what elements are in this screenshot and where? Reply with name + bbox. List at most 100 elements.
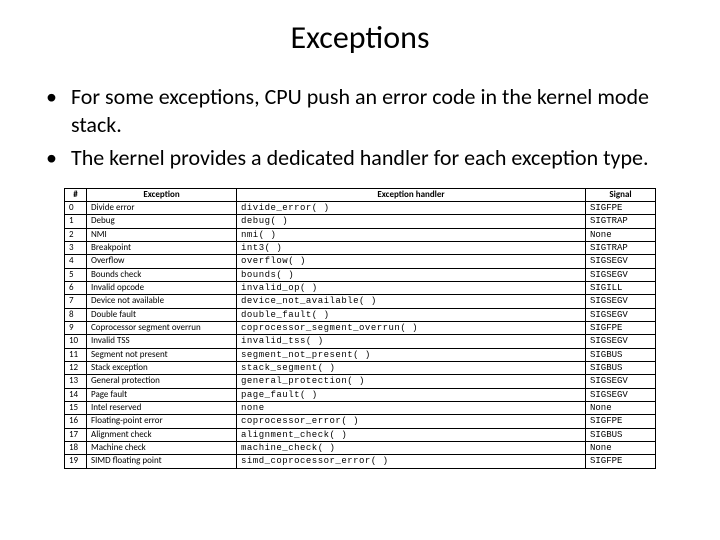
cell-handler: coprocessor_segment_overrun( ) (237, 321, 586, 334)
cell-handler: nmi( ) (237, 228, 586, 241)
cell-exception: Invalid opcode (87, 281, 237, 294)
table-row: 2NMInmi( )None (65, 228, 656, 241)
table-row: 18Machine checkmachine_check( )None (65, 442, 656, 455)
cell-exception: Page fault (87, 388, 237, 401)
cell-num: 10 (65, 335, 87, 348)
table-row: 7Device not availabledevice_not_availabl… (65, 295, 656, 308)
table-row: 13General protectiongeneral_protection( … (65, 375, 656, 388)
cell-signal: SIGTRAP (586, 241, 656, 254)
cell-num: 1 (65, 215, 87, 228)
cell-handler: bounds( ) (237, 268, 586, 281)
col-header-exception: Exception (87, 188, 237, 201)
cell-exception: Divide error (87, 201, 237, 214)
cell-signal: SIGBUS (586, 361, 656, 374)
table-row: 15Intel reservednoneNone (65, 402, 656, 415)
cell-handler: coprocessor_error( ) (237, 415, 586, 428)
cell-signal: SIGSEGV (586, 255, 656, 268)
bullet-list: For some exceptions, CPU push an error c… (36, 83, 684, 188)
cell-num: 15 (65, 402, 87, 415)
cell-exception: Segment not present (87, 348, 237, 361)
table-row: 16Floating-point errorcoprocessor_error(… (65, 415, 656, 428)
cell-handler: divide_error( ) (237, 201, 586, 214)
cell-signal: None (586, 442, 656, 455)
cell-exception: Breakpoint (87, 241, 237, 254)
cell-exception: Bounds check (87, 268, 237, 281)
col-header-num: # (65, 188, 87, 201)
table-row: 4Overflowoverflow( )SIGSEGV (65, 255, 656, 268)
cell-exception: Double fault (87, 308, 237, 321)
cell-signal: SIGILL (586, 281, 656, 294)
cell-signal: SIGSEGV (586, 375, 656, 388)
cell-exception: General protection (87, 375, 237, 388)
cell-num: 9 (65, 321, 87, 334)
bullet-item: For some exceptions, CPU push an error c… (46, 83, 684, 138)
cell-signal: SIGSEGV (586, 268, 656, 281)
cell-signal: SIGSEGV (586, 335, 656, 348)
table-row: 11Segment not presentsegment_not_present… (65, 348, 656, 361)
cell-signal: SIGFPE (586, 455, 656, 468)
table-header-row: # Exception Exception handler Signal (65, 188, 656, 201)
cell-handler: page_fault( ) (237, 388, 586, 401)
cell-signal: SIGBUS (586, 348, 656, 361)
cell-exception: Debug (87, 215, 237, 228)
cell-exception: Device not available (87, 295, 237, 308)
bullet-text: For some exceptions, CPU push an error c… (71, 83, 684, 138)
cell-handler: none (237, 402, 586, 415)
cell-num: 3 (65, 241, 87, 254)
cell-handler: double_fault( ) (237, 308, 586, 321)
cell-handler: segment_not_present( ) (237, 348, 586, 361)
cell-handler: machine_check( ) (237, 442, 586, 455)
col-header-signal: Signal (586, 188, 656, 201)
slide-title: Exceptions (36, 18, 684, 57)
cell-exception: Floating-point error (87, 415, 237, 428)
cell-handler: device_not_available( ) (237, 295, 586, 308)
cell-exception: Stack exception (87, 361, 237, 374)
cell-handler: invalid_tss( ) (237, 335, 586, 348)
table-row: 14Page faultpage_fault( )SIGSEGV (65, 388, 656, 401)
table-row: 19SIMD floating pointsimd_coprocessor_er… (65, 455, 656, 468)
table-row: 12Stack exceptionstack_segment( )SIGBUS (65, 361, 656, 374)
table-row: 5Bounds checkbounds( )SIGSEGV (65, 268, 656, 281)
cell-num: 16 (65, 415, 87, 428)
cell-handler: stack_segment( ) (237, 361, 586, 374)
cell-exception: Intel reserved (87, 402, 237, 415)
cell-signal: None (586, 402, 656, 415)
bullet-text: The kernel provides a dedicated handler … (71, 144, 649, 172)
cell-signal: SIGSEGV (586, 388, 656, 401)
table-row: 3Breakpointint3( )SIGTRAP (65, 241, 656, 254)
exceptions-table: # Exception Exception handler Signal 0Di… (64, 188, 656, 469)
cell-signal: SIGFPE (586, 201, 656, 214)
cell-handler: alignment_check( ) (237, 428, 586, 441)
cell-signal: SIGFPE (586, 415, 656, 428)
cell-signal: None (586, 228, 656, 241)
cell-num: 17 (65, 428, 87, 441)
cell-num: 14 (65, 388, 87, 401)
cell-num: 5 (65, 268, 87, 281)
cell-num: 13 (65, 375, 87, 388)
table-row: 9Coprocessor segment overruncoprocessor_… (65, 321, 656, 334)
cell-num: 8 (65, 308, 87, 321)
cell-num: 2 (65, 228, 87, 241)
cell-signal: SIGSEGV (586, 308, 656, 321)
table-row: 8Double faultdouble_fault( )SIGSEGV (65, 308, 656, 321)
table-row: 1Debugdebug( )SIGTRAP (65, 215, 656, 228)
cell-signal: SIGSEGV (586, 295, 656, 308)
col-header-handler: Exception handler (237, 188, 586, 201)
cell-exception: Machine check (87, 442, 237, 455)
cell-exception: NMI (87, 228, 237, 241)
cell-handler: debug( ) (237, 215, 586, 228)
cell-num: 6 (65, 281, 87, 294)
cell-num: 7 (65, 295, 87, 308)
table-row: 6Invalid opcodeinvalid_op( )SIGILL (65, 281, 656, 294)
cell-exception: Coprocessor segment overrun (87, 321, 237, 334)
cell-num: 12 (65, 361, 87, 374)
cell-num: 11 (65, 348, 87, 361)
table-row: 0Divide errordivide_error( )SIGFPE (65, 201, 656, 214)
cell-signal: SIGTRAP (586, 215, 656, 228)
cell-handler: int3( ) (237, 241, 586, 254)
cell-handler: general_protection( ) (237, 375, 586, 388)
cell-exception: SIMD floating point (87, 455, 237, 468)
exceptions-table-wrap: # Exception Exception handler Signal 0Di… (36, 188, 684, 469)
table-row: 10Invalid TSSinvalid_tss( )SIGSEGV (65, 335, 656, 348)
cell-signal: SIGFPE (586, 321, 656, 334)
